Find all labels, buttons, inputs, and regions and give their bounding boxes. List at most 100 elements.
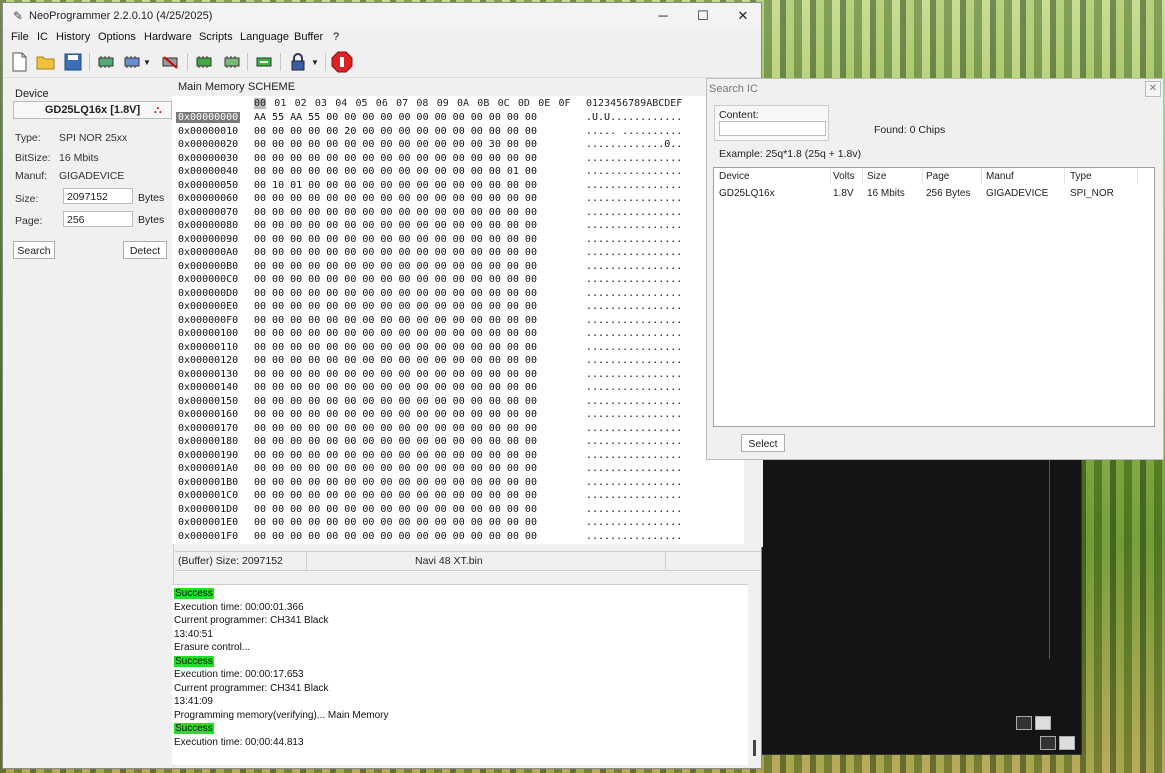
content-input[interactable] (719, 121, 826, 136)
hex-bytes[interactable]: 00 00 00 00 00 00 00 00 00 00 00 00 00 0… (254, 301, 537, 312)
hex-bytes[interactable]: 00 00 00 00 00 00 00 00 00 00 00 00 00 0… (254, 261, 537, 272)
menu-language[interactable]: Language (240, 31, 289, 43)
hex-row[interactable]: 0x00000160 00 00 00 00 00 00 00 00 00 00 … (172, 409, 744, 423)
menu-help[interactable]: ? (333, 31, 339, 43)
hex-bytes[interactable]: 00 00 00 00 00 00 00 00 00 00 00 00 00 0… (254, 409, 537, 420)
menu-ic[interactable]: IC (37, 31, 48, 43)
hex-bytes[interactable]: 00 00 00 00 00 00 00 00 00 00 00 00 00 0… (254, 234, 537, 245)
hex-bytes[interactable]: 00 00 00 00 00 00 00 00 00 00 00 00 00 0… (254, 463, 537, 474)
hex-bytes[interactable]: 00 00 00 00 00 00 00 00 00 00 00 00 00 0… (254, 355, 537, 366)
hex-row[interactable]: 0x00000140 00 00 00 00 00 00 00 00 00 00 … (172, 382, 744, 396)
hex-row[interactable]: 0x00000020 00 00 00 00 00 00 00 00 00 00 … (172, 139, 744, 153)
hex-row[interactable]: 0x00000190 00 00 00 00 00 00 00 00 00 00 … (172, 450, 744, 464)
tab-main-memory[interactable]: Main Memory (178, 81, 245, 93)
hex-bytes[interactable]: 00 00 00 00 00 00 00 00 00 00 00 00 00 0… (254, 436, 537, 447)
hex-bytes[interactable]: 00 00 00 00 00 00 00 00 00 00 00 00 00 0… (254, 207, 537, 218)
write-dropdown-icon[interactable]: ▼ (141, 50, 153, 74)
log-scrollbar-thumb[interactable] (753, 740, 756, 756)
blank-check-icon[interactable] (221, 50, 245, 74)
page-input[interactable]: 256 (63, 211, 133, 227)
detect-button[interactable]: Detect (123, 241, 167, 259)
hex-row[interactable]: 0x000001C0 00 00 00 00 00 00 00 00 00 00 … (172, 490, 744, 504)
hex-row[interactable]: 0x00000050 00 10 01 00 00 00 00 00 00 00 … (172, 180, 744, 194)
hex-row[interactable]: 0x00000060 00 00 00 00 00 00 00 00 00 00 … (172, 193, 744, 207)
hex-bytes[interactable]: 00 00 00 00 00 00 00 00 00 00 00 00 00 0… (254, 288, 537, 299)
hex-bytes[interactable]: 00 00 00 00 00 20 00 00 00 00 00 00 00 0… (254, 126, 537, 137)
hex-row[interactable]: 0x00000110 00 00 00 00 00 00 00 00 00 00 … (172, 342, 744, 356)
open-folder-icon[interactable] (34, 50, 58, 74)
hex-bytes[interactable]: 00 10 01 00 00 00 00 00 00 00 00 00 00 0… (254, 180, 537, 191)
menu-history[interactable]: History (56, 31, 90, 43)
hex-editor[interactable]: Main Memory SCHEME 00 01 02 03 04 05 06 07 08 09 0… (172, 78, 744, 544)
col-page[interactable]: Page (926, 171, 949, 182)
read-chip-icon[interactable] (95, 50, 119, 74)
hex-bytes[interactable]: 00 00 00 00 00 00 00 00 00 00 00 00 00 0… (254, 166, 537, 177)
dialog-close-button[interactable]: ✕ (1145, 81, 1161, 97)
hex-bytes[interactable]: 00 00 00 00 00 00 00 00 00 00 00 00 00 0… (254, 531, 537, 542)
lock-dropdown-icon[interactable]: ▼ (309, 50, 321, 74)
hex-row[interactable]: 0x000001D0 00 00 00 00 00 00 00 00 00 00 … (172, 504, 744, 518)
hex-row[interactable]: 0x000000F0 00 00 00 00 00 00 00 00 00 00 … (172, 315, 744, 329)
hex-row[interactable]: 0x000000A0 00 00 00 00 00 00 00 00 00 00 … (172, 247, 744, 261)
menu-hardware[interactable]: Hardware (144, 31, 192, 43)
menu-scripts[interactable]: Scripts (199, 31, 233, 43)
hex-row[interactable]: 0x000001E0 00 00 00 00 00 00 00 00 00 00 … (172, 517, 744, 531)
hex-row[interactable]: 0x00000030 00 00 00 00 00 00 00 00 00 00 … (172, 153, 744, 167)
maximize-button[interactable]: ☐ (685, 6, 721, 26)
hex-bytes[interactable]: 00 00 00 00 00 00 00 00 00 00 00 00 00 0… (254, 153, 537, 164)
hex-bytes[interactable]: 00 00 00 00 00 00 00 00 00 00 00 00 00 0… (254, 220, 537, 231)
details-view-icon-2[interactable] (1040, 736, 1056, 750)
erase-chip-icon[interactable] (159, 50, 183, 74)
details-view-icon[interactable] (1016, 716, 1032, 730)
hex-bytes[interactable]: 00 00 00 00 00 00 00 00 00 00 00 00 00 0… (254, 369, 537, 380)
hex-bytes[interactable]: 00 00 00 00 00 00 00 00 00 00 00 00 00 0… (254, 247, 537, 258)
col-volts[interactable]: Volts (833, 171, 855, 182)
hex-row[interactable]: 0x000001B0 00 00 00 00 00 00 00 00 00 00 … (172, 477, 744, 491)
hex-row[interactable]: 0x000000C0 00 00 00 00 00 00 00 00 00 00 … (172, 274, 744, 288)
hex-row[interactable]: 0x00000070 00 00 00 00 00 00 00 00 00 00 … (172, 207, 744, 221)
hex-row[interactable]: 0x000001F0 00 00 00 00 00 00 00 00 00 00 … (172, 531, 744, 545)
hex-bytes[interactable]: 00 00 00 00 00 00 00 00 00 00 00 00 00 0… (254, 423, 537, 434)
datasheet-pdf-icon[interactable]: ⛬ (154, 104, 166, 116)
menu-buffer[interactable]: Buffer (294, 31, 323, 43)
hex-bytes[interactable]: 00 00 00 00 00 00 00 00 00 00 00 00 00 3… (254, 139, 537, 150)
hex-bytes[interactable]: 00 00 00 00 00 00 00 00 00 00 00 00 00 0… (254, 274, 537, 285)
hex-row[interactable]: 0x000000B0 00 00 00 00 00 00 00 00 00 00 … (172, 261, 744, 275)
close-button[interactable]: ✕ (725, 6, 761, 26)
size-input[interactable]: 2097152 (63, 188, 133, 204)
hex-bytes[interactable]: 00 00 00 00 00 00 00 00 00 00 00 00 00 0… (254, 504, 537, 515)
log-panel[interactable]: Success Execution time: 00:00:01.366 Curre… (172, 584, 748, 765)
background-window[interactable] (760, 458, 1082, 755)
auto-program-icon[interactable] (253, 50, 277, 74)
search-button[interactable]: Search (13, 241, 55, 259)
tiles-view-icon[interactable] (1035, 716, 1051, 730)
hex-row[interactable]: 0x00000010 00 00 00 00 00 20 00 00 00 00 … (172, 126, 744, 140)
new-file-icon[interactable] (7, 50, 31, 74)
minimize-button[interactable]: ─ (645, 6, 681, 26)
hex-row[interactable]: 0x00000170 00 00 00 00 00 00 00 00 00 00 … (172, 423, 744, 437)
hex-bytes[interactable]: 00 00 00 00 00 00 00 00 00 00 00 00 00 0… (254, 328, 537, 339)
hex-row[interactable]: 0x00000040 00 00 00 00 00 00 00 00 00 00 … (172, 166, 744, 180)
verify-chip-icon[interactable] (193, 50, 217, 74)
hex-row[interactable]: 0x00000090 00 00 00 00 00 00 00 00 00 00 … (172, 234, 744, 248)
col-manuf[interactable]: Manuf (986, 171, 1014, 182)
menu-options[interactable]: Options (98, 31, 136, 43)
tab-scheme[interactable]: SCHEME (248, 81, 295, 93)
col-size[interactable]: Size (867, 171, 886, 182)
hex-row[interactable]: 0x00000130 00 00 00 00 00 00 00 00 00 00 … (172, 369, 744, 383)
col-device[interactable]: Device (719, 171, 750, 182)
hex-row[interactable]: 0x000000E0 00 00 00 00 00 00 00 00 00 00 … (172, 301, 744, 315)
hex-bytes[interactable]: AA 55 AA 55 00 00 00 00 00 00 00 00 00 0… (254, 112, 537, 123)
hex-row[interactable]: 0x00000150 00 00 00 00 00 00 00 00 00 00 … (172, 396, 744, 410)
hex-bytes[interactable]: 00 00 00 00 00 00 00 00 00 00 00 00 00 0… (254, 517, 537, 528)
hex-bytes[interactable]: 00 00 00 00 00 00 00 00 00 00 00 00 00 0… (254, 490, 537, 501)
hex-bytes[interactable]: 00 00 00 00 00 00 00 00 00 00 00 00 00 0… (254, 193, 537, 204)
col-type[interactable]: Type (1070, 171, 1092, 182)
stop-icon[interactable] (330, 50, 354, 74)
hex-row[interactable]: 0x00000080 00 00 00 00 00 00 00 00 00 00 … (172, 220, 744, 234)
hex-row[interactable]: 0x00000100 00 00 00 00 00 00 00 00 00 00 … (172, 328, 744, 342)
hex-bytes[interactable]: 00 00 00 00 00 00 00 00 00 00 00 00 00 0… (254, 450, 537, 461)
hex-row[interactable]: 0x000001A0 00 00 00 00 00 00 00 00 00 00 … (172, 463, 744, 477)
hex-row[interactable]: 0x00000000 AA 55 AA 55 00 00 00 00 00 00 … (172, 112, 744, 126)
hex-bytes[interactable]: 00 00 00 00 00 00 00 00 00 00 00 00 00 0… (254, 396, 537, 407)
